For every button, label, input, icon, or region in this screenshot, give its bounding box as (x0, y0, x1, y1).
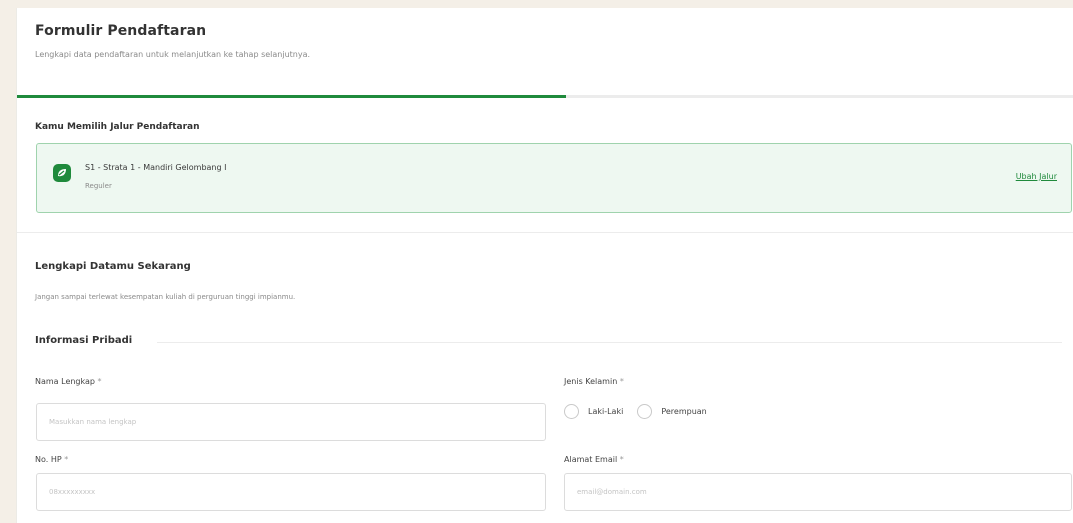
radio-circle-icon[interactable] (564, 404, 579, 419)
registration-form-card: Formulir Pendaftaran Lengkapi data penda… (16, 8, 1073, 523)
radio-circle-icon[interactable] (637, 404, 653, 419)
gender-radio-group: Laki-Laki Perempuan (564, 404, 721, 419)
data-section-heading: Lengkapi Datamu Sekarang (35, 261, 191, 272)
required-mark: * (619, 455, 624, 464)
form-header: Formulir Pendaftaran Lengkapi data penda… (17, 8, 1073, 96)
change-jalur-link[interactable]: Ubah Jalur (1016, 172, 1057, 181)
required-mark: * (97, 377, 102, 386)
phone-label: No. HP * (35, 455, 68, 464)
form-subtitle: Lengkapi data pendaftaran untuk melanjut… (35, 50, 311, 59)
selected-jalur-card: S1 - Strata 1 - Mandiri Gelombang I Regu… (36, 143, 1072, 213)
required-mark: * (64, 455, 69, 464)
required-mark: * (619, 377, 624, 386)
gender-option-male[interactable]: Laki-Laki (564, 404, 623, 419)
email-label-text: Alamat Email (564, 455, 618, 464)
progress-fill (17, 95, 567, 98)
jalur-type: Reguler (85, 182, 112, 190)
personal-info-divider (157, 342, 1062, 343)
gender-option-label: Laki-Laki (588, 407, 624, 416)
phone-input[interactable] (36, 473, 546, 511)
jalur-heading: Kamu Memilih Jalur Pendaftaran (35, 122, 200, 132)
full-name-label-text: Nama Lengkap (35, 377, 95, 386)
phone-label-text: No. HP (35, 455, 62, 464)
full-name-input[interactable] (36, 403, 546, 441)
email-input[interactable] (564, 473, 1072, 511)
jalur-name: S1 - Strata 1 - Mandiri Gelombang I (85, 163, 227, 172)
gender-label: Jenis Kelamin * (564, 377, 624, 386)
gender-label-text: Jenis Kelamin (564, 377, 618, 386)
data-section-subheading: Jangan sampai terlewat kesempatan kuliah… (35, 293, 296, 301)
email-label: Alamat Email * (564, 455, 624, 464)
section-divider (17, 232, 1073, 233)
gender-option-label: Perempuan (661, 407, 707, 416)
form-title: Formulir Pendaftaran (35, 23, 207, 39)
full-name-label: Nama Lengkap * (35, 377, 102, 386)
personal-info-heading: Informasi Pribadi (35, 335, 133, 346)
leaf-badge-icon (53, 164, 71, 182)
progress-bar (17, 95, 1073, 98)
gender-option-female[interactable]: Perempuan (637, 404, 707, 419)
